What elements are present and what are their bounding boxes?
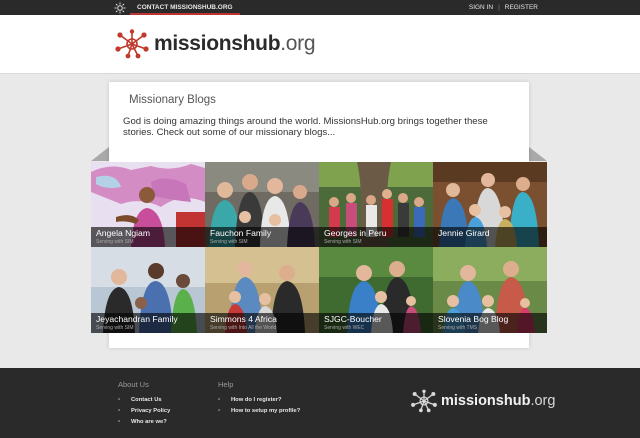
network-logo-icon (411, 389, 437, 413)
blog-name: SJGC-Boucher (324, 314, 382, 324)
site-logo[interactable]: missionshub.org (114, 29, 316, 59)
blog-name: Slovenia Bog Blog (438, 314, 509, 324)
logo-word-hub: hub (242, 32, 281, 55)
footer-logo[interactable]: missionshub.org (410, 389, 555, 413)
footer-link-how-register[interactable]: How do I register? (218, 397, 300, 408)
footer-link-contact[interactable]: Contact Us (118, 397, 170, 408)
blog-name: Fauchon Family (210, 228, 272, 238)
footer-logo-word-hub: hub (503, 393, 531, 409)
network-logo-icon (115, 29, 149, 59)
ribbon-fold-left (91, 147, 109, 161)
blog-subtitle: Serving with WEC (324, 325, 365, 331)
footer-about-column: About Us Contact Us Privacy Policy Who a… (118, 380, 170, 430)
blog-subtitle: Serving with SIM (96, 325, 134, 331)
ribbon-fold-right (529, 147, 547, 161)
blog-name: Jennie Girard (438, 228, 490, 238)
blog-name: Georges in Peru (324, 228, 387, 238)
blog-name: Angela Ngiam (96, 228, 150, 238)
contact-link[interactable]: CONTACT MISSIONSHUB.ORG (130, 0, 240, 15)
intro-text: God is doing amazing things around the w… (123, 116, 488, 138)
blog-subtitle: Serving with SIM (96, 239, 134, 245)
blog-tile-georges-in-peru[interactable]: Georges in Peru Serving with SIM (319, 162, 433, 247)
blog-tile-jeyachandran-family[interactable]: Jeyachandran Family Serving with SIM (91, 247, 205, 333)
sun-logo-icon (114, 2, 126, 14)
auth-separator: | (498, 4, 500, 11)
blog-tile-slovenia-bog-blog[interactable]: Slovenia Bog Blog Serving with TMS (433, 247, 547, 333)
blog-name: Simmons 4 Africa (210, 314, 277, 324)
blog-tile-fauchon-family[interactable]: Fauchon Family Serving with SIM (205, 162, 319, 247)
register-link[interactable]: REGISTER (505, 4, 538, 11)
logo-word-missions: missions (154, 32, 243, 55)
footer-help-heading: Help (218, 380, 234, 389)
site-header: missionshub.org (0, 15, 640, 74)
footer-logo-word-org: .org (530, 393, 556, 409)
footer-about-heading: About Us (118, 380, 149, 389)
page-title: Missionary Blogs (129, 94, 216, 106)
blog-subtitle: Serving with TMS (438, 325, 478, 331)
blog-tile-sjgc-boucher[interactable]: SJGC-Boucher Serving with WEC (319, 247, 433, 333)
blog-tile-angela-ngiam[interactable]: Angela Ngiam Serving with SIM (91, 162, 205, 247)
auth-links: SIGN IN | REGISTER (469, 0, 538, 15)
footer-help-links: How do I register? How to setup my profi… (218, 397, 300, 419)
blog-tile-jennie-girard[interactable]: Jennie Girard (433, 162, 547, 247)
footer-link-privacy[interactable]: Privacy Policy (118, 408, 170, 419)
blog-subtitle: Serving with SIM (324, 239, 362, 245)
blog-subtitle: Serving with SIM (210, 239, 248, 245)
footer-help-column: Help How do I register? How to setup my … (218, 380, 300, 419)
logo-word-org: .org (280, 32, 316, 55)
top-bar: CONTACT MISSIONSHUB.ORG SIGN IN | REGISTER (0, 0, 640, 15)
blog-name: Jeyachandran Family (96, 314, 178, 324)
blog-subtitle: Serving with Into All the World (210, 325, 277, 331)
footer-link-setup-profile[interactable]: How to setup my profile? (218, 408, 300, 419)
footer-logo-word-missions: missions (441, 393, 504, 409)
blog-tile-simmons-4-africa[interactable]: Simmons 4 Africa Serving with Into All t… (205, 247, 319, 333)
footer-about-links: Contact Us Privacy Policy Who are we? (118, 397, 170, 430)
blog-grid: Angela Ngiam Serving with SIM Fauchon Fa… (91, 162, 547, 333)
footer-link-who-are-we[interactable]: Who are we? (118, 419, 170, 430)
sign-in-link[interactable]: SIGN IN (469, 4, 493, 11)
